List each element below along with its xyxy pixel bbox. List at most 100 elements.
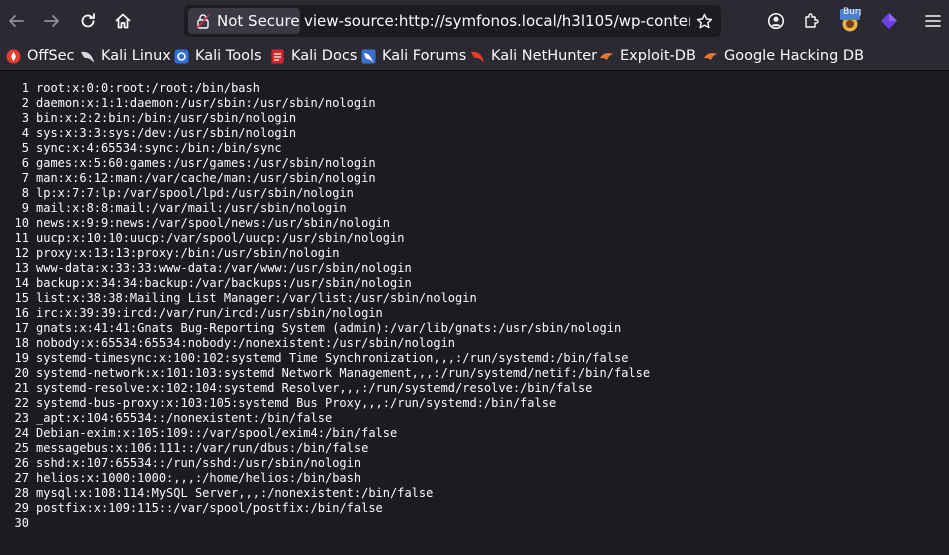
line-content[interactable]: _apt:x:104:65534::/nonexistent:/bin/fals…	[36, 411, 332, 426]
account-icon	[767, 12, 785, 30]
account-button[interactable]	[760, 5, 792, 37]
line-content[interactable]: nobody:x:65534:65534:nobody:/nonexistent…	[36, 336, 455, 351]
line-content[interactable]: systemd-timesync:x:100:102:systemd Time …	[36, 351, 628, 366]
line-content[interactable]: backup:x:34:34:backup:/var/backups:/usr/…	[36, 276, 412, 291]
bookmark-label: Kali Linux	[101, 48, 171, 64]
bookmark-label: Kali Tools	[195, 48, 262, 64]
kali-nethunter-icon	[471, 51, 484, 63]
line-content[interactable]: sys:x:3:3:sys:/dev:/usr/sbin/nologin	[36, 126, 296, 141]
line-content[interactable]: news:x:9:9:news:/var/spool/news:/usr/sbi…	[36, 216, 390, 231]
url-text[interactable]: view-source:http://symfonos.local/h3l105…	[304, 5, 690, 37]
source-line: 24 Debian-exim:x:105:109::/var/spool/exim…	[0, 426, 398, 441]
bookmark-offsec[interactable]: OffSec	[6, 47, 75, 65]
source-line: 13 www-data:x:33:33:www-data:/var/www:/us…	[0, 261, 412, 276]
kali-linux-icon	[81, 51, 94, 63]
bookmark-kali-nethunter[interactable]: Kali NetHunter	[470, 47, 597, 65]
line-content[interactable]: gnats:x:41:41:Gnats Bug-Reporting System…	[36, 321, 621, 336]
hamburger-menu-icon	[924, 15, 941, 27]
line-content[interactable]: man:x:6:12:man:/var/cache/man:/usr/sbin/…	[36, 171, 376, 186]
line-content[interactable]: daemon:x:1:1:daemon:/usr/sbin:/usr/sbin/…	[36, 96, 376, 111]
line-content[interactable]: irc:x:39:39:ircd:/var/run/ircd:/usr/sbin…	[36, 306, 383, 321]
line-content[interactable]: systemd-resolve:x:102:104:systemd Resolv…	[36, 381, 592, 396]
bookmark-label: Exploit-DB	[620, 48, 696, 64]
bookmark-exploit-db[interactable]: Exploit-DB	[599, 47, 696, 65]
source-line: 6 games:x:5:60:games:/usr/games:/usr/sbin…	[0, 156, 376, 171]
source-line: 10 news:x:9:9:news:/var/spool/news:/usr/s…	[0, 216, 390, 231]
bookmark-google-hacking-db[interactable]: Google Hacking DB	[703, 47, 864, 65]
line-number: 27	[14, 471, 29, 485]
source-line: 4 sys:x:3:3:sys:/dev:/usr/sbin/nologin	[0, 126, 296, 141]
site-security-indicator[interactable]: Not Secure	[188, 8, 300, 34]
url-bar[interactable]: Not Secure view-source:http://symfonos.l…	[184, 5, 721, 37]
exploit-db-icon	[600, 52, 613, 60]
bookmark-star-icon[interactable]	[696, 13, 713, 30]
line-content[interactable]: systemd-bus-proxy:x:103:105:systemd Bus …	[36, 396, 556, 411]
line-content[interactable]: www-data:x:33:33:www-data:/var/www:/usr/…	[36, 261, 412, 276]
home-icon	[115, 13, 131, 29]
line-content[interactable]: messagebus:x:106:111::/var/run/dbus:/bin…	[36, 441, 368, 456]
extensions-button[interactable]	[796, 5, 828, 37]
line-number: 23	[14, 411, 29, 425]
source-line: 1 root:x:0:0:root:/root:/bin/bash	[0, 81, 260, 96]
source-line: 21 systemd-resolve:x:102:104:systemd Reso…	[0, 381, 593, 396]
line-content[interactable]: mail:x:8:8:mail:/var/mail:/usr/sbin/nolo…	[36, 201, 347, 216]
purple-diamond-icon	[881, 13, 897, 29]
line-number: 7	[21, 171, 29, 185]
line-number: 24	[14, 426, 29, 440]
line-content[interactable]: sshd:x:107:65534::/run/sshd:/usr/sbin/no…	[36, 456, 361, 471]
line-content[interactable]: proxy:x:13:13:proxy:/bin:/usr/sbin/nolog…	[36, 246, 339, 261]
line-number: 5	[21, 141, 29, 155]
bookmark-kali-linux[interactable]: Kali Linux	[80, 47, 171, 65]
line-content[interactable]: Debian-exim:x:105:109::/var/spool/exim4:…	[36, 426, 397, 441]
kali-docs-icon	[271, 49, 284, 63]
home-button[interactable]	[107, 5, 139, 37]
bookmark-label: Kali Docs	[291, 48, 358, 64]
line-content[interactable]: list:x:38:38:Mailing List Manager:/var/l…	[36, 291, 477, 306]
line-content[interactable]: games:x:5:60:games:/usr/games:/usr/sbin/…	[36, 156, 376, 171]
source-line: 11 uucp:x:10:10:uucp:/var/spool/uucp:/usr…	[0, 231, 405, 246]
source-line: 5 sync:x:4:65534:sync:/bin:/bin/sync	[0, 141, 282, 156]
menu-button[interactable]	[916, 5, 949, 37]
view-source-content: 1 root:x:0:0:root:/root:/bin/bash 2 daemon:…	[0, 71, 949, 555]
forward-arrow-icon	[44, 15, 59, 27]
line-number: 12	[14, 246, 29, 260]
line-number: 2	[21, 96, 29, 110]
line-number: 11	[14, 231, 29, 245]
line-content[interactable]: bin:x:2:2:bin:/bin:/usr/sbin/nologin	[36, 111, 296, 126]
source-line: 2 daemon:x:1:1:daemon:/usr/sbin:/usr/sbin…	[0, 96, 376, 111]
line-content[interactable]: postfix:x:109:115::/var/spool/postfix:/b…	[36, 501, 383, 516]
line-content[interactable]: sync:x:4:65534:sync:/bin:/bin/sync	[36, 141, 282, 156]
bookmark-kali-forums[interactable]: Kali Forums	[361, 47, 466, 65]
not-secure-label: Not Secure	[217, 12, 300, 30]
bookmark-kali-tools[interactable]: Kali Tools	[174, 47, 262, 65]
line-content[interactable]: root:x:0:0:root:/root:/bin/bash	[36, 81, 260, 96]
extension-diamond-button[interactable]	[873, 5, 905, 37]
source-line: 28 mysql:x:108:114:MySQL Server,,,:/nonex…	[0, 486, 434, 501]
line-content[interactable]: lp:x:7:7:lp:/var/spool/lpd:/usr/sbin/nol…	[36, 186, 354, 201]
bookmark-label: Kali Forums	[382, 48, 467, 64]
line-content[interactable]: mysql:x:108:114:MySQL Server,,,:/nonexis…	[36, 486, 433, 501]
line-number: 19	[14, 351, 29, 365]
line-number: 1	[21, 81, 29, 95]
back-button[interactable]	[0, 5, 32, 37]
burp-extension-button[interactable]: Burp	[834, 5, 866, 37]
bookmark-kali-docs[interactable]: Kali Docs	[270, 47, 357, 65]
source-line: 25 messagebus:x:106:111::/var/run/dbus:/b…	[0, 441, 369, 456]
line-number: 28	[14, 486, 29, 500]
source-line: 22 systemd-bus-proxy:x:103:105:systemd Bu…	[0, 396, 557, 411]
source-line: 19 systemd-timesync:x:100:102:systemd Tim…	[0, 351, 629, 366]
back-arrow-icon	[9, 15, 24, 27]
reload-button[interactable]	[72, 5, 104, 37]
line-content[interactable]: uucp:x:10:10:uucp:/var/spool/uucp:/usr/s…	[36, 231, 404, 246]
puzzle-piece-icon	[805, 13, 819, 28]
insecure-lock-icon	[196, 14, 210, 29]
source-line: 9 mail:x:8:8:mail:/var/mail:/usr/sbin/nol…	[0, 201, 347, 216]
source-line: 3 bin:x:2:2:bin:/bin:/usr/sbin/nologin	[0, 111, 296, 126]
google-hacking-db-icon	[704, 52, 717, 60]
line-content[interactable]: helios:x:1000:1000:,,,:/home/helios:/bin…	[36, 471, 361, 486]
forward-button[interactable]	[36, 5, 68, 37]
line-number: 25	[14, 441, 29, 455]
line-number: 13	[14, 261, 29, 275]
line-content[interactable]: systemd-network:x:101:103:systemd Networ…	[36, 366, 650, 381]
line-number: 21	[14, 381, 29, 395]
